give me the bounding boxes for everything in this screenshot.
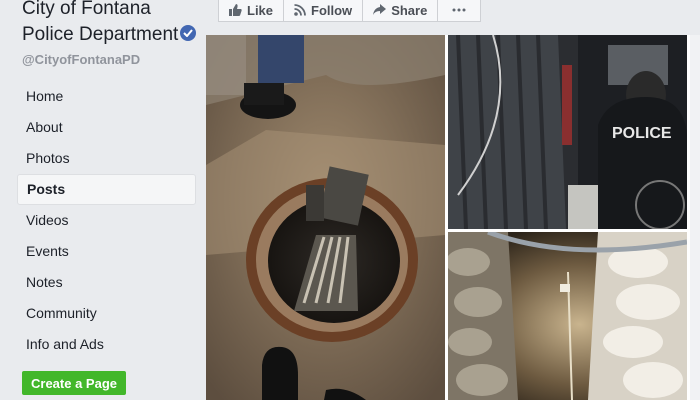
nav-item-community[interactable]: Community bbox=[17, 298, 196, 329]
page-name-text[interactable]: City of Fontana Police Department bbox=[22, 0, 178, 45]
page-handle[interactable]: @CityofFontanaPD bbox=[22, 52, 140, 67]
thumbs-up-icon bbox=[229, 4, 242, 16]
share-label: Share bbox=[391, 2, 428, 18]
more-options-button[interactable] bbox=[438, 0, 480, 21]
like-label: Like bbox=[247, 2, 274, 18]
nav-item-events[interactable]: Events bbox=[17, 236, 196, 267]
sidebar: City of Fontana Police Department @Cityo… bbox=[0, 0, 205, 400]
nav-item-info-and-ads[interactable]: Info and Ads bbox=[17, 329, 196, 360]
follow-label: Follow bbox=[311, 2, 353, 18]
share-arrow-icon bbox=[373, 4, 387, 15]
photo-manhole[interactable] bbox=[206, 35, 445, 400]
nav-item-photos[interactable]: Photos bbox=[17, 143, 196, 174]
photo-grid: POLICE bbox=[206, 35, 700, 400]
page-title[interactable]: City of Fontana Police Department bbox=[22, 0, 202, 48]
nav-item-videos[interactable]: Videos bbox=[17, 205, 196, 236]
follow-button[interactable]: Follow bbox=[284, 0, 364, 21]
create-page-button[interactable]: Create a Page bbox=[22, 371, 126, 395]
nav-item-notes[interactable]: Notes bbox=[17, 267, 196, 298]
scroll-edge bbox=[690, 35, 700, 400]
more-dots-icon bbox=[452, 8, 466, 12]
verified-badge-icon bbox=[180, 25, 197, 41]
rss-icon bbox=[294, 4, 306, 16]
nav-item-about[interactable]: About bbox=[17, 112, 196, 143]
police-badge-text: POLICE bbox=[612, 125, 672, 142]
nav-item-home[interactable]: Home bbox=[17, 81, 196, 112]
photo-officer[interactable]: POLICE bbox=[448, 35, 687, 229]
share-button[interactable]: Share bbox=[363, 0, 439, 21]
photo-tunnel[interactable] bbox=[448, 232, 687, 400]
nav-item-posts[interactable]: Posts bbox=[17, 174, 196, 205]
page-action-bar: Like Follow Share bbox=[218, 0, 482, 22]
page-nav: Home About Photos Posts Videos Events No… bbox=[17, 81, 196, 360]
like-button[interactable]: Like bbox=[219, 0, 285, 21]
